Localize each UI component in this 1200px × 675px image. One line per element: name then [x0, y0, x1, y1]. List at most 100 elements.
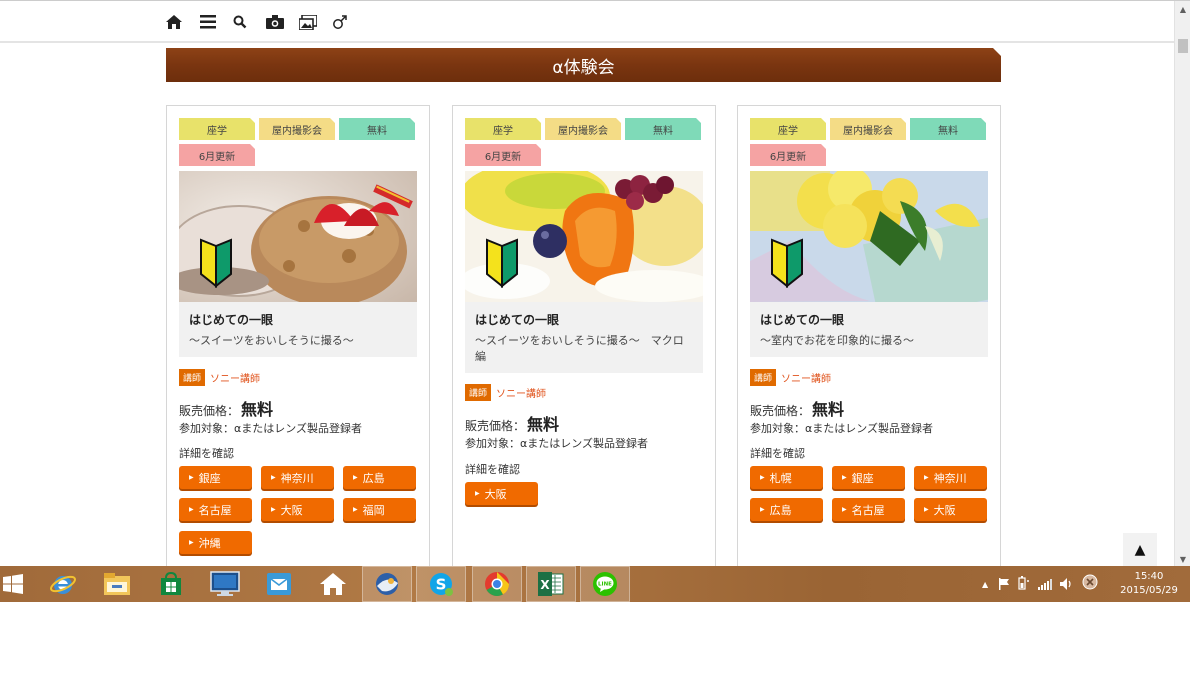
- location-label: 名古屋: [851, 503, 885, 517]
- location-button-hiroshima[interactable]: ▶ 広島: [750, 498, 823, 521]
- event-subtitle: ～スイーツをおいしそうに撮る～: [189, 334, 354, 347]
- location-label: 銀座: [198, 471, 221, 485]
- price-row: 販売価格： 無料: [750, 396, 844, 420]
- mail-icon[interactable]: [254, 566, 304, 602]
- home-app-icon[interactable]: [308, 566, 358, 602]
- scroll-up-arrow-icon[interactable]: ▲: [1175, 1, 1190, 17]
- location-label: 大阪: [933, 503, 956, 517]
- excel-icon[interactable]: X: [526, 566, 576, 602]
- location-button-fukuoka[interactable]: ▶ 福岡: [343, 498, 416, 521]
- detail-label: 詳細を確認: [750, 447, 805, 460]
- back-to-top-button[interactable]: ▲: [1123, 533, 1157, 566]
- location-label: 神奈川: [280, 471, 314, 485]
- event-subtitle: ～室内でお花を印象的に撮る～: [760, 334, 914, 347]
- location-button-okinawa[interactable]: ▶ 沖縄: [179, 531, 252, 554]
- tag-updated: 6月更新: [750, 144, 826, 166]
- location-label: 広島: [769, 503, 792, 517]
- menu-icon[interactable]: [197, 11, 219, 33]
- instructor-row: 講師 ソニー講師: [750, 369, 831, 386]
- windows-start-icon[interactable]: [0, 566, 26, 602]
- svg-text:LINE: LINE: [598, 582, 612, 588]
- volume-icon[interactable]: [1060, 575, 1074, 594]
- instructor-name: ソニー講師: [781, 374, 832, 385]
- system-tray: ▲: [982, 566, 1098, 602]
- instructor-row: 講師 ソニー講師: [465, 384, 546, 401]
- show-hidden-icons-icon[interactable]: ▲: [982, 580, 988, 589]
- back-to-top-arrow: ▲: [1134, 542, 1146, 558]
- location-button-ginza[interactable]: ▶ 銀座: [832, 466, 905, 489]
- gallery-icon[interactable]: [297, 11, 319, 33]
- windows-taskbar: S X LINE ▲ 15:40 2015/05/29: [0, 566, 1190, 602]
- system-clock[interactable]: 15:40 2015/05/29: [1114, 570, 1184, 598]
- signal-icon[interactable]: [1038, 575, 1053, 594]
- page-title: α体験会: [552, 57, 615, 78]
- chrome-icon[interactable]: [472, 566, 522, 602]
- file-explorer-icon[interactable]: [92, 566, 142, 602]
- store-icon[interactable]: [146, 566, 196, 602]
- tag-indoor-shoot: 屋内撮影会: [830, 118, 906, 140]
- location-button-osaka[interactable]: ▶ 大阪: [914, 498, 987, 521]
- location-button-ginza[interactable]: ▶ 銀座: [179, 466, 252, 489]
- location-button-osaka[interactable]: ▶ 大阪: [465, 482, 538, 505]
- location-button-kanagawa[interactable]: ▶ 神奈川: [261, 466, 334, 489]
- location-label: 神奈川: [933, 471, 967, 485]
- price-value: 無料: [241, 400, 274, 419]
- location-label: 大阪: [484, 487, 507, 501]
- camera-icon[interactable]: [264, 11, 286, 33]
- location-button-osaka[interactable]: ▶ 大阪: [261, 498, 334, 521]
- location-label: 広島: [362, 471, 385, 485]
- tag-updated: 6月更新: [179, 144, 255, 166]
- lenovo-monitor-icon[interactable]: [200, 566, 250, 602]
- location-label: 福岡: [362, 503, 385, 517]
- tag-lecture: 座学: [179, 118, 255, 140]
- event-title: はじめての一眼: [760, 313, 845, 327]
- instructor-name: ソニー講師: [496, 389, 547, 400]
- detail-label: 詳細を確認: [465, 463, 520, 476]
- price-row: 販売価格： 無料: [179, 396, 273, 420]
- price-value: 無料: [527, 415, 560, 434]
- price-row: 販売価格： 無料: [465, 411, 559, 435]
- target-audience: 参加対象：αまたはレンズ製品登録者: [465, 437, 649, 450]
- thunderbird-icon[interactable]: [362, 566, 412, 602]
- gender-icon[interactable]: [329, 11, 351, 33]
- location-label: 札幌: [769, 471, 792, 485]
- event-subtitle: ～スイーツをおいしそうに撮る～ マクロ編: [475, 334, 684, 363]
- location-button-kanagawa[interactable]: ▶ 神奈川: [914, 466, 987, 489]
- battery-icon[interactable]: [1018, 575, 1030, 594]
- search-icon[interactable]: [229, 11, 251, 33]
- skype-icon[interactable]: S: [416, 566, 466, 602]
- event-title: はじめての一眼: [189, 313, 274, 327]
- tag-lecture: 座学: [750, 118, 826, 140]
- internet-explorer-icon[interactable]: [38, 566, 88, 602]
- instructor-name: ソニー講師: [210, 374, 261, 385]
- scroll-down-arrow-icon[interactable]: ▼: [1175, 551, 1190, 566]
- scrollbar-thumb[interactable]: [1178, 39, 1188, 53]
- location-label: 沖縄: [198, 536, 221, 550]
- location-button-nagoya[interactable]: ▶ 名古屋: [179, 498, 252, 521]
- event-card: 座学 屋内撮影会 無料 6月更新 はじめての一眼 ～スイーツをおいしそうに撮る～…: [452, 105, 716, 566]
- tag-lecture: 座学: [465, 118, 541, 140]
- location-button-hiroshima[interactable]: ▶ 広島: [343, 466, 416, 489]
- vertical-scrollbar[interactable]: ▲ ▼: [1174, 1, 1190, 566]
- location-button-nagoya[interactable]: ▶ 名古屋: [832, 498, 905, 521]
- location-button-sapporo[interactable]: ▶ 札幌: [750, 466, 823, 489]
- home-icon[interactable]: [163, 11, 185, 33]
- svg-text:X: X: [540, 578, 550, 592]
- instructor-badge: 講師: [179, 369, 206, 386]
- flag-icon[interactable]: [998, 575, 1010, 594]
- instructor-badge: 講師: [750, 369, 777, 386]
- event-card: 座学 屋内撮影会 無料 6月更新 はじめての一眼 ～室内でお花を印象的に撮る～ …: [737, 105, 1001, 566]
- event-title: はじめての一眼: [475, 313, 560, 327]
- detail-label: 詳細を確認: [179, 447, 234, 460]
- event-caption: はじめての一眼 ～スイーツをおいしそうに撮る～: [179, 302, 417, 357]
- location-label: 大阪: [280, 503, 303, 517]
- clock-time: 15:40: [1134, 571, 1164, 582]
- price-label: 販売価格：: [465, 419, 526, 433]
- notification-close-icon[interactable]: [1082, 574, 1098, 594]
- target-audience: 参加対象：αまたはレンズ製品登録者: [179, 422, 363, 435]
- price-value: 無料: [812, 400, 845, 419]
- line-icon[interactable]: LINE: [580, 566, 630, 602]
- clock-date: 2015/05/29: [1120, 585, 1178, 596]
- event-caption: はじめての一眼 ～スイーツをおいしそうに撮る～ マクロ編: [465, 302, 703, 373]
- browser-viewport: α体験会 座学 屋内撮影会 無料 6月更新 はじめての一眼 ～スイーツをおいしそ…: [0, 0, 1190, 566]
